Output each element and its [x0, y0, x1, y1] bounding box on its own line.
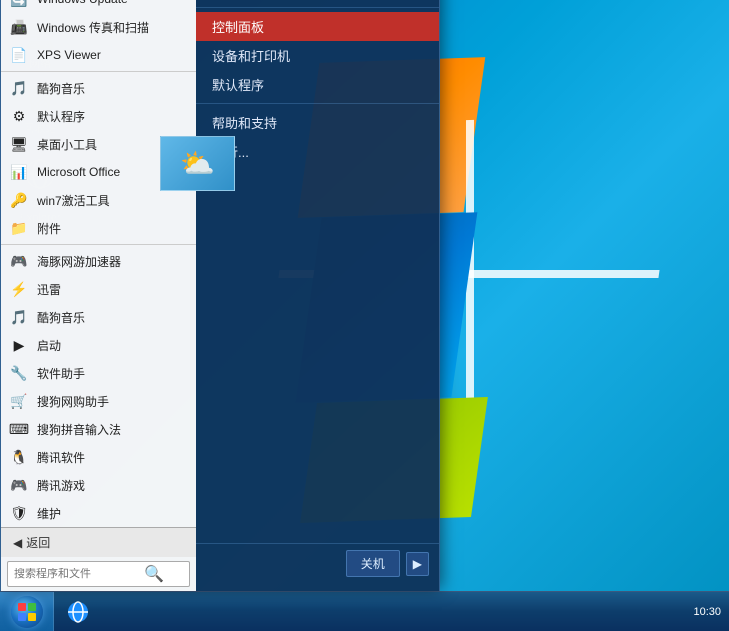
- start-button[interactable]: [0, 592, 54, 631]
- startup-icon: ▶: [9, 335, 29, 355]
- app-item-sougou-pinyin[interactable]: ⌨ 搜狗拼音输入法: [1, 415, 196, 443]
- start-menu: Google Chrome 🌐 Internet Explorer (64 位)…: [0, 0, 440, 591]
- help-label: 帮助和支持: [212, 113, 277, 132]
- apps-separator-1: [1, 71, 196, 72]
- default-programs-label: 默认程序: [212, 75, 264, 94]
- gadgets-label: 桌面小工具: [37, 136, 97, 153]
- taskbar-ie-icon[interactable]: [60, 594, 96, 630]
- mantis-label: 维护: [37, 505, 61, 522]
- taskbar: 10:30: [0, 591, 729, 631]
- office-label: Microsoft Office: [37, 165, 120, 179]
- xps-label: XPS Viewer: [37, 48, 101, 62]
- right-item-control-panel[interactable]: 控制面板: [196, 12, 439, 41]
- accessories-icon: 📁: [9, 218, 29, 238]
- weather-icon: ⛅: [180, 147, 215, 180]
- app-item-haogame[interactable]: 🎮 海豚网游加速器: [1, 247, 196, 275]
- right-separator-2: [196, 103, 439, 104]
- search-box[interactable]: 🔍: [7, 561, 190, 587]
- right-item-default-programs[interactable]: 默认程序: [196, 70, 439, 99]
- software-helper-icon: 🔧: [9, 363, 29, 383]
- default-prog-icon: ⚙: [9, 106, 29, 126]
- app-item-accessories[interactable]: 📁 附件: [1, 214, 196, 242]
- start-menu-right-panel: Administrator 文档 图片 音乐 游戏 计算机 控制面板 设备和打印…: [196, 0, 439, 591]
- tencent-games-icon: 🎮: [9, 475, 29, 495]
- kugou-label: 酷狗音乐: [37, 80, 85, 97]
- sougou-pinyin-label: 搜狗拼音输入法: [37, 421, 121, 438]
- weather-widget[interactable]: ⛅: [160, 136, 235, 191]
- default-prog-label: 默认程序: [37, 108, 85, 125]
- kugou2-icon: 🎵: [9, 307, 29, 327]
- app-item-tencent-software[interactable]: 🐧 腾讯软件: [1, 443, 196, 471]
- tencent-software-label: 腾讯软件: [37, 449, 85, 466]
- app-item-kugou2[interactable]: 🎵 酷狗音乐: [1, 303, 196, 331]
- app-item-default-prog[interactable]: ⚙ 默认程序: [1, 102, 196, 130]
- win7tools-icon: 🔑: [9, 190, 29, 210]
- app-item-startup[interactable]: ▶ 启动: [1, 331, 196, 359]
- fax-label: Windows 传真和扫描: [37, 19, 149, 36]
- wupdate-label: Windows Update: [37, 0, 128, 6]
- xunlei-icon: ⚡: [9, 279, 29, 299]
- taskbar-pinned-area: [54, 592, 102, 631]
- software-helper-label: 软件助手: [37, 365, 85, 382]
- startup-label: 启动: [37, 337, 61, 354]
- sougou-helper-icon: 🛒: [9, 391, 29, 411]
- taskbar-right-area: 10:30: [685, 592, 729, 631]
- win7tools-label: win7激活工具: [37, 192, 110, 209]
- app-item-kugou[interactable]: 🎵 酷狗音乐: [1, 74, 196, 102]
- shutdown-arrow-button[interactable]: ▶: [406, 552, 429, 576]
- xps-icon: 📄: [9, 45, 29, 65]
- shutdown-area: 关机 ▶: [196, 543, 439, 583]
- back-arrow-icon: ◀: [13, 536, 22, 550]
- desktop: 🖥 网络 🗑 回收站 InternetExplorer ⛅: [0, 0, 729, 631]
- sougou-helper-label: 搜狗网购助手: [37, 393, 109, 410]
- right-item-help[interactable]: 帮助和支持: [196, 108, 439, 137]
- start-menu-footer: ◀ 返回: [1, 527, 196, 557]
- right-item-devices[interactable]: 设备和打印机: [196, 41, 439, 70]
- tencent-games-label: 腾讯游戏: [37, 477, 85, 494]
- taskbar-time: 10:30: [693, 606, 721, 618]
- app-item-xps[interactable]: 📄 XPS Viewer: [1, 41, 196, 69]
- search-icon: 🔍: [144, 564, 164, 584]
- xunlei-label: 迅雷: [37, 281, 61, 298]
- app-item-tencent-games[interactable]: 🎮 腾讯游戏: [1, 471, 196, 499]
- haogame-icon: 🎮: [9, 251, 29, 271]
- control-panel-label: 控制面板: [212, 17, 264, 36]
- right-item-computer[interactable]: 计算机: [196, 0, 439, 3]
- gadgets-icon: 🖥: [9, 134, 29, 154]
- app-item-mantis[interactable]: 🛡 维护: [1, 499, 196, 527]
- apps-list: Google Chrome 🌐 Internet Explorer (64 位)…: [1, 0, 196, 527]
- fax-icon: 📠: [9, 17, 29, 37]
- mantis-icon: 🛡: [9, 503, 29, 523]
- back-label: 返回: [26, 534, 50, 551]
- app-item-software-helper[interactable]: 🔧 软件助手: [1, 359, 196, 387]
- haogame-label: 海豚网游加速器: [37, 253, 121, 270]
- kugou-icon: 🎵: [9, 78, 29, 98]
- back-item[interactable]: ◀ 返回: [9, 532, 54, 553]
- apps-separator-2: [1, 244, 196, 245]
- tencent-software-icon: 🐧: [9, 447, 29, 467]
- office-icon: 📊: [9, 162, 29, 182]
- app-item-wupdate[interactable]: 🔄 Windows Update: [1, 0, 196, 13]
- app-item-sougou-helper[interactable]: 🛒 搜狗网购助手: [1, 387, 196, 415]
- start-orb: [11, 596, 43, 628]
- accessories-label: 附件: [37, 220, 61, 237]
- devices-label: 设备和打印机: [212, 46, 290, 65]
- kugou2-label: 酷狗音乐: [37, 309, 85, 326]
- app-item-xunlei[interactable]: ⚡ 迅雷: [1, 275, 196, 303]
- search-input[interactable]: [14, 568, 144, 580]
- shutdown-button[interactable]: 关机: [346, 550, 400, 577]
- app-item-fax[interactable]: 📠 Windows 传真和扫描: [1, 13, 196, 41]
- right-separator-1: [196, 7, 439, 8]
- wupdate-icon: 🔄: [9, 0, 29, 9]
- sougou-pinyin-icon: ⌨: [9, 419, 29, 439]
- start-menu-left-panel: Google Chrome 🌐 Internet Explorer (64 位)…: [1, 0, 196, 591]
